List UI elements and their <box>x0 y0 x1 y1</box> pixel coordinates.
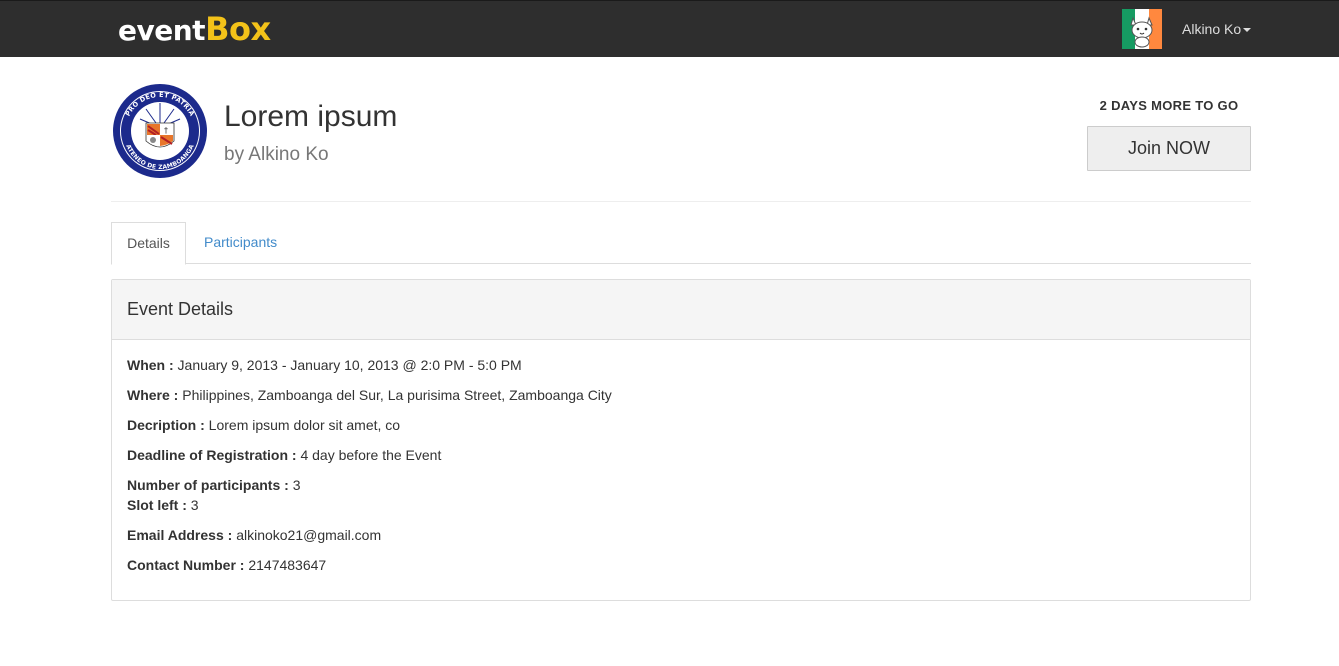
brand-word-box: Box <box>205 10 271 48</box>
detail-label: Contact Number : <box>127 557 245 573</box>
user-name: Alkino Ko <box>1182 21 1242 37</box>
detail-row-description: Decription : Lorem ipsum dolor sit amet,… <box>127 415 400 435</box>
countdown-label: 2 DAYS MORE TO GO <box>1099 98 1239 113</box>
svg-text:†: † <box>164 126 168 135</box>
detail-row-contact: Contact Number : 2147483647 <box>127 555 326 575</box>
detail-row-where: Where : Philippines, Zamboanga del Sur, … <box>127 385 612 405</box>
detail-label: Deadline of Registration : <box>127 447 297 463</box>
event-details-panel: Event Details When : January 9, 2013 - J… <box>111 279 1251 601</box>
detail-value: January 9, 2013 - January 10, 2013 @ 2:0… <box>177 357 522 373</box>
detail-label: Slot left : <box>127 497 187 513</box>
detail-label: When : <box>127 357 174 373</box>
user-menu-toggle[interactable]: Alkino Ko <box>1182 21 1252 37</box>
detail-row-email: Email Address : alkinoko21@gmail.com <box>127 525 381 545</box>
detail-row-slot-left: Slot left : 3 <box>127 495 199 515</box>
detail-value: 3 <box>292 477 301 493</box>
detail-row-deadline: Deadline of Registration : 4 day before … <box>127 445 441 465</box>
detail-value: 4 day before the Event <box>300 447 442 463</box>
user-avatar[interactable] <box>1122 9 1162 49</box>
brand-logo[interactable]: event Box <box>118 10 271 50</box>
tab-details[interactable]: Details <box>111 222 186 265</box>
event-title: Lorem ipsum <box>224 100 398 133</box>
detail-label: Decription : <box>127 417 205 433</box>
detail-value: 3 <box>190 497 199 513</box>
detail-row-participants: Number of participants : 3 <box>127 475 300 495</box>
cat-avatar-icon <box>1130 16 1153 48</box>
header-divider <box>111 201 1251 202</box>
detail-value: alkinoko21@gmail.com <box>236 527 382 543</box>
top-navbar: event Box Alkino Ko <box>0 0 1339 57</box>
detail-label: Number of participants : <box>127 477 289 493</box>
join-now-button[interactable]: Join NOW <box>1087 126 1251 171</box>
detail-row-when: When : January 9, 2013 - January 10, 201… <box>127 355 522 375</box>
tab-participants[interactable]: Participants <box>189 222 292 264</box>
detail-label: Where : <box>127 387 179 403</box>
event-tabs: Details Participants <box>111 222 1251 265</box>
detail-label: Email Address : <box>127 527 233 543</box>
detail-value: 2147483647 <box>248 557 327 573</box>
event-author: by Alkino Ko <box>224 144 329 165</box>
chevron-down-icon <box>1243 27 1252 32</box>
detail-value: Lorem ipsum dolor sit amet, co <box>208 417 401 433</box>
brand-word-event: event <box>118 14 206 47</box>
organization-seal-icon: PRO DEO ET PATRIA ATENEO DE ZAMBOANGA † <box>113 84 207 178</box>
panel-heading: Event Details <box>112 280 1250 340</box>
detail-value: Philippines, Zamboanga del Sur, La puris… <box>182 387 612 403</box>
